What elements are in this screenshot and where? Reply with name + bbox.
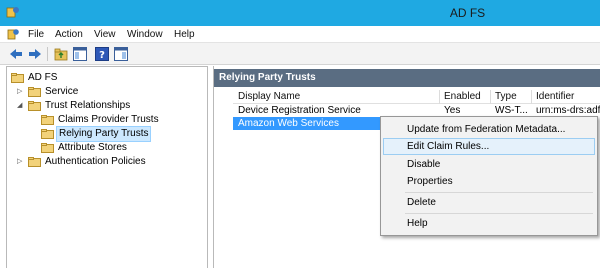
system-menu-icon[interactable] <box>7 28 20 41</box>
toolbar-separator <box>47 47 48 61</box>
cell-display-name: Amazon Web Services <box>238 118 339 129</box>
menu-item-disable[interactable]: Disable <box>383 156 595 173</box>
folder-icon <box>28 157 41 167</box>
column-divider[interactable] <box>439 90 440 104</box>
console-tree: AD FS ▷ Service ◢ Trust Relationships Cl… <box>6 66 208 268</box>
show-hide-tree-icon[interactable] <box>72 46 88 62</box>
folder-icon <box>41 129 54 139</box>
expand-arrow-icon[interactable]: ▷ <box>17 158 25 166</box>
tree-label: Attribute Stores <box>58 142 127 153</box>
menu-window[interactable]: Window <box>127 29 163 40</box>
folder-icon <box>41 115 54 125</box>
table-row-selected[interactable]: Amazon Web Services <box>233 117 401 130</box>
column-header-identifier[interactable]: Identifier <box>536 91 574 102</box>
column-divider[interactable] <box>531 90 532 104</box>
pane-title: Relying Party Trusts <box>214 69 600 87</box>
menu-separator <box>405 213 593 214</box>
svg-text:?: ? <box>99 50 105 61</box>
menu-item-help[interactable]: Help <box>383 215 595 232</box>
menu-item-update-from-federation-metadata[interactable]: Update from Federation Metadata... <box>383 121 595 138</box>
collapse-arrow-icon[interactable]: ◢ <box>17 102 25 110</box>
column-header-enabled[interactable]: Enabled <box>444 91 481 102</box>
tree-label: Claims Provider Trusts <box>58 114 159 125</box>
folder-icon <box>41 143 54 153</box>
column-divider[interactable] <box>490 90 491 104</box>
back-icon[interactable] <box>8 46 24 62</box>
menu-help[interactable]: Help <box>174 29 195 40</box>
column-header-row: Display Name Enabled Type Identifier <box>233 90 600 104</box>
menu-item-delete[interactable]: Delete <box>383 194 595 211</box>
tree-label: Relying Party Trusts <box>56 126 152 142</box>
folder-icon <box>11 73 24 83</box>
context-menu: Update from Federation Metadata... Edit … <box>380 116 598 236</box>
tree-label: Authentication Policies <box>45 156 146 167</box>
menu-item-properties[interactable]: Properties <box>383 173 595 190</box>
menu-bar: File Action View Window Help <box>0 26 600 43</box>
menu-view[interactable]: View <box>94 29 116 40</box>
folder-icon <box>28 87 41 97</box>
tree-label: AD FS <box>28 72 58 83</box>
column-header-display-name[interactable]: Display Name <box>238 91 300 102</box>
folder-icon <box>28 101 41 111</box>
forward-icon[interactable] <box>27 46 43 62</box>
show-hide-action-pane-icon[interactable] <box>113 46 129 62</box>
menu-file[interactable]: File <box>28 29 44 40</box>
menu-action[interactable]: Action <box>55 29 83 40</box>
window-title: AD FS <box>449 6 486 20</box>
up-folder-icon[interactable] <box>53 46 69 62</box>
menu-separator <box>405 192 593 193</box>
tree-label: Trust Relationships <box>45 100 131 111</box>
column-header-type[interactable]: Type <box>495 91 517 102</box>
toolbar: ? <box>0 43 600 65</box>
tree-label: Service <box>45 86 79 97</box>
menu-item-edit-claim-rules[interactable]: Edit Claim Rules... <box>383 138 595 155</box>
expand-arrow-icon[interactable]: ▷ <box>17 88 25 96</box>
help-icon[interactable]: ? <box>94 46 110 62</box>
title-bar: AD FS <box>0 0 600 26</box>
